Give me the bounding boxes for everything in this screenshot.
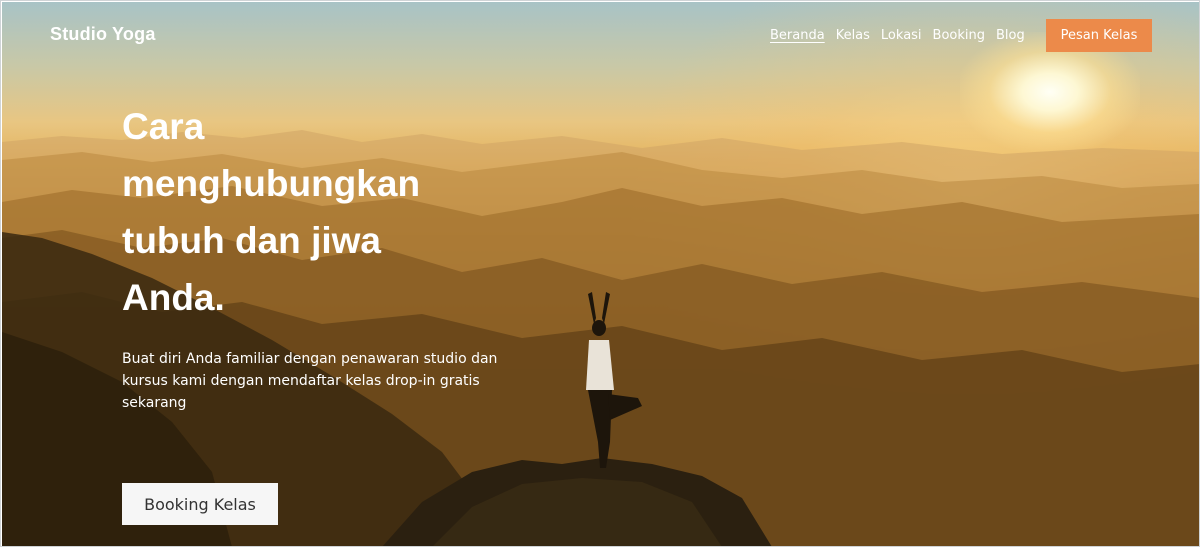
hero-headline: Cara menghubungkan tubuh dan jiwa Anda. (122, 98, 462, 326)
browser-frame: Studio Yoga Beranda Kelas Lokasi Booking… (0, 0, 1200, 547)
headline-line: Anda. (122, 277, 225, 318)
brand-logo[interactable]: Studio Yoga (50, 24, 156, 45)
nav-item-lokasi[interactable]: Lokasi (881, 28, 922, 43)
nav-item-kelas[interactable]: Kelas (836, 28, 870, 43)
nav-item-booking[interactable]: Booking (933, 28, 985, 43)
hero-section: Studio Yoga Beranda Kelas Lokasi Booking… (2, 2, 1199, 546)
top-navigation: Studio Yoga Beranda Kelas Lokasi Booking… (2, 2, 1199, 72)
hero-subtext: Buat diri Anda familiar dengan penawaran… (122, 351, 498, 411)
nav-menu: Beranda Kelas Lokasi Booking Blog (770, 28, 1025, 43)
headline-line: Cara (122, 106, 205, 147)
booking-kelas-button[interactable]: Booking Kelas (122, 483, 278, 525)
pesan-kelas-button[interactable]: Pesan Kelas (1046, 19, 1152, 52)
nav-item-blog[interactable]: Blog (996, 28, 1025, 43)
headline-line: menghubungkan (122, 163, 421, 204)
nav-item-beranda[interactable]: Beranda (770, 28, 825, 43)
headline-line: tubuh dan jiwa (122, 220, 381, 261)
